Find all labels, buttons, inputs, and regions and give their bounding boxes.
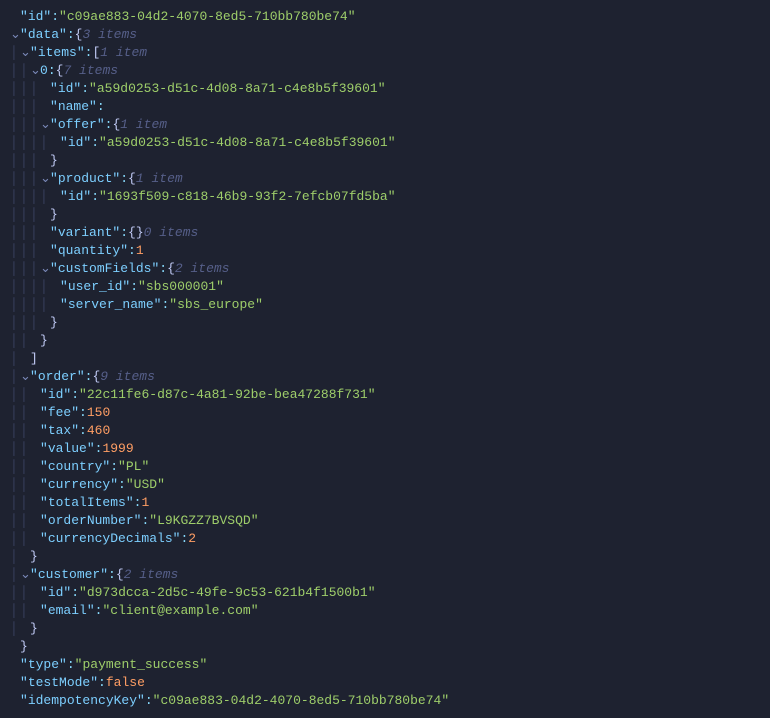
entry-customer[interactable]: │⌄"customer":{ 2 items — [10, 566, 760, 584]
entry-item0-name[interactable]: │││"name": — [10, 98, 760, 116]
value-fee: 150 — [87, 404, 110, 422]
value-server-name: sbs_europe — [177, 297, 255, 312]
meta-product: 1 item — [136, 170, 183, 188]
value-orderNumber: L9KGZZ7BVSQD — [157, 513, 251, 528]
entry-currency[interactable]: ││"currency":"USD" — [10, 476, 760, 494]
entry-id[interactable]: "id":"c09ae883-04d2-4070-8ed5-710bb780be… — [10, 8, 760, 26]
value-country: PL — [126, 459, 142, 474]
entry-order-id[interactable]: ││"id":"22c11fe6-d87c-4a81-92be-bea47288… — [10, 386, 760, 404]
value-tax: 460 — [87, 422, 110, 440]
value-user-id: sbs000001 — [146, 279, 216, 294]
value-type: payment_success — [82, 657, 199, 672]
entry-product[interactable]: │││⌄"product":{ 1 item — [10, 170, 760, 188]
entry-user-id[interactable]: ││││"user_id":"sbs000001" — [10, 278, 760, 296]
meta-offer: 1 item — [120, 116, 167, 134]
meta-variant: 0 items — [144, 224, 199, 242]
value-currency: USD — [134, 477, 157, 492]
value-order-id: 22c11fe6-d87c-4a81-92be-bea47288f731 — [87, 387, 368, 402]
value-currencyDecimals: 2 — [188, 530, 196, 548]
entry-tax[interactable]: ││"tax":460 — [10, 422, 760, 440]
entry-email[interactable]: ││"email":"client@example.com" — [10, 602, 760, 620]
meta-customFields: 2 items — [175, 260, 230, 278]
meta-order: 9 items — [100, 368, 155, 386]
entry-value[interactable]: ││"value":1999 — [10, 440, 760, 458]
meta-items: 1 item — [100, 44, 147, 62]
caret-down-icon[interactable]: ⌄ — [40, 170, 50, 188]
entry-offer[interactable]: │││⌄"offer":{ 1 item — [10, 116, 760, 134]
entry-order[interactable]: │⌄"order":{ 9 items — [10, 368, 760, 386]
brace-close-item0: ││} — [10, 332, 760, 350]
value-customer-id: d973dcca-2d5c-49fe-9c53-621b4f1500b1 — [87, 585, 368, 600]
entry-customer-id[interactable]: ││"id":"d973dcca-2d5c-49fe-9c53-621b4f15… — [10, 584, 760, 602]
value-totalItems: 1 — [141, 494, 149, 512]
entry-items[interactable]: │⌄"items":[ 1 item — [10, 44, 760, 62]
value-id: c09ae883-04d2-4070-8ed5-710bb780be74 — [67, 9, 348, 24]
entry-server-name[interactable]: ││││"server_name":"sbs_europe" — [10, 296, 760, 314]
entry-offer-id[interactable]: ││││"id":"a59d0253-d51c-4d08-8a71-c4e8b5… — [10, 134, 760, 152]
brace-close-offer: │││} — [10, 152, 760, 170]
entry-totalItems[interactable]: ││"totalItems":1 — [10, 494, 760, 512]
brace-close-order: │} — [10, 548, 760, 566]
key-id: id — [28, 9, 44, 24]
entry-item0-id[interactable]: │││"id":"a59d0253-d51c-4d08-8a71-c4e8b5f… — [10, 80, 760, 98]
meta-customer: 2 items — [124, 566, 179, 584]
entry-idempotencyKey[interactable]: "idempotencyKey":"c09ae883-04d2-4070-8ed… — [10, 692, 760, 710]
entry-data[interactable]: ⌄"data":{ 3 items — [10, 26, 760, 44]
caret-down-icon[interactable]: ⌄ — [20, 566, 30, 584]
entry-type[interactable]: "type":"payment_success" — [10, 656, 760, 674]
brace-close-data: } — [10, 638, 760, 656]
caret-down-icon[interactable]: ⌄ — [30, 62, 40, 80]
entry-product-id[interactable]: ││││"id":"1693f509-c818-46b9-93f2-7efcb0… — [10, 188, 760, 206]
caret-down-icon[interactable]: ⌄ — [40, 116, 50, 134]
entry-quantity[interactable]: │││"quantity":1 — [10, 242, 760, 260]
value-idempotencyKey: c09ae883-04d2-4070-8ed5-710bb780be74 — [160, 693, 441, 708]
meta-data: 3 items — [82, 26, 137, 44]
brace-close-product: │││} — [10, 206, 760, 224]
value-testMode: false — [106, 674, 145, 692]
entry-country[interactable]: ││"country":"PL" — [10, 458, 760, 476]
meta-item0: 7 items — [63, 62, 118, 80]
key-items: items — [38, 45, 77, 60]
caret-down-icon[interactable]: ⌄ — [20, 44, 30, 62]
value-quantity: 1 — [136, 242, 144, 260]
entry-currencyDecimals[interactable]: ││"currencyDecimals":2 — [10, 530, 760, 548]
value-item0-id: a59d0253-d51c-4d08-8a71-c4e8b5f39601 — [97, 81, 378, 96]
brace-close-customer: │} — [10, 620, 760, 638]
key-data: data — [28, 27, 59, 42]
entry-variant[interactable]: │││"variant":{} 0 items — [10, 224, 760, 242]
entry-orderNumber[interactable]: ││"orderNumber":"L9KGZZ7BVSQD" — [10, 512, 760, 530]
entry-customFields[interactable]: │││⌄"customFields":{ 2 items — [10, 260, 760, 278]
key-zero: 0 — [40, 63, 48, 78]
caret-down-icon[interactable]: ⌄ — [20, 368, 30, 386]
entry-fee[interactable]: ││"fee":150 — [10, 404, 760, 422]
entry-testMode[interactable]: "testMode":false — [10, 674, 760, 692]
json-viewer: "id":"c09ae883-04d2-4070-8ed5-710bb780be… — [10, 8, 760, 710]
bracket-close-items: │] — [10, 350, 760, 368]
caret-down-icon[interactable]: ⌄ — [10, 26, 20, 44]
value-offer-id: a59d0253-d51c-4d08-8a71-c4e8b5f39601 — [107, 135, 388, 150]
brace-close-customFields: │││} — [10, 314, 760, 332]
entry-item0[interactable]: ││⌄0:{ 7 items — [10, 62, 760, 80]
value-email: client@example.com — [110, 603, 250, 618]
caret-down-icon[interactable]: ⌄ — [40, 260, 50, 278]
value-value: 1999 — [102, 440, 133, 458]
value-product-id: 1693f509-c818-46b9-93f2-7efcb07fd5ba — [107, 189, 388, 204]
